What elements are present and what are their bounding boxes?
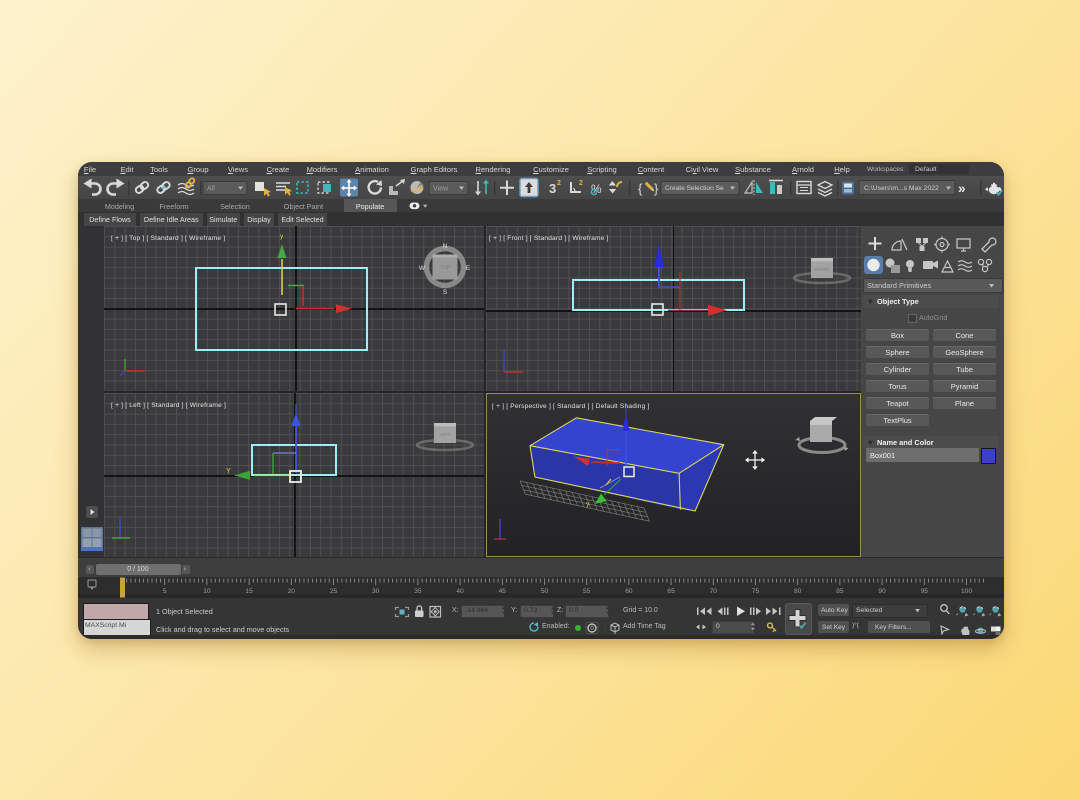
svg-text:y: y — [586, 501, 590, 508]
svg-text:LEFT: LEFT — [439, 432, 450, 437]
svg-text:View: View — [433, 186, 449, 193]
svg-text:3: 3 — [549, 181, 556, 196]
svg-text:»: » — [958, 181, 966, 196]
svg-text:75: 75 — [752, 588, 760, 595]
svg-text:50: 50 — [541, 588, 549, 595]
svg-text:S: S — [443, 289, 448, 296]
svg-text:25: 25 — [330, 588, 338, 595]
svg-text:W: W — [419, 265, 426, 272]
svg-text:2: 2 — [579, 180, 583, 187]
svg-text:C:\Users\m...s Max 2022: C:\Users\m...s Max 2022 — [864, 185, 939, 192]
svg-text:60: 60 — [625, 588, 633, 595]
svg-text:TOP: TOP — [440, 265, 451, 271]
svg-text:20: 20 — [288, 588, 296, 595]
svg-text:FRONT: FRONT — [814, 267, 830, 272]
svg-text:All: All — [207, 186, 215, 193]
svg-text:100: 100 — [961, 588, 972, 595]
svg-text:40: 40 — [456, 588, 464, 595]
svg-text:15: 15 — [245, 588, 253, 595]
svg-text:85: 85 — [836, 588, 844, 595]
svg-text:Y: Y — [226, 468, 231, 475]
svg-text:45: 45 — [499, 588, 507, 595]
svg-text:55: 55 — [583, 588, 591, 595]
svg-text:10: 10 — [203, 588, 211, 595]
svg-text:{: { — [638, 181, 643, 196]
svg-text:90: 90 — [878, 588, 886, 595]
svg-text:35: 35 — [414, 588, 422, 595]
svg-text:95: 95 — [921, 588, 929, 595]
svg-text:80: 80 — [794, 588, 802, 595]
svg-text:2: 2 — [557, 180, 561, 187]
svg-text:30: 30 — [372, 588, 380, 595]
svg-text:Create Selection Se: Create Selection Se — [665, 185, 724, 192]
svg-text:65: 65 — [667, 588, 675, 595]
svg-text:}: } — [654, 181, 659, 196]
svg-text:70: 70 — [710, 588, 718, 595]
svg-text:y: y — [280, 233, 284, 240]
svg-text:5: 5 — [163, 588, 167, 595]
svg-text:N: N — [443, 243, 448, 250]
svg-text:E: E — [466, 265, 471, 272]
